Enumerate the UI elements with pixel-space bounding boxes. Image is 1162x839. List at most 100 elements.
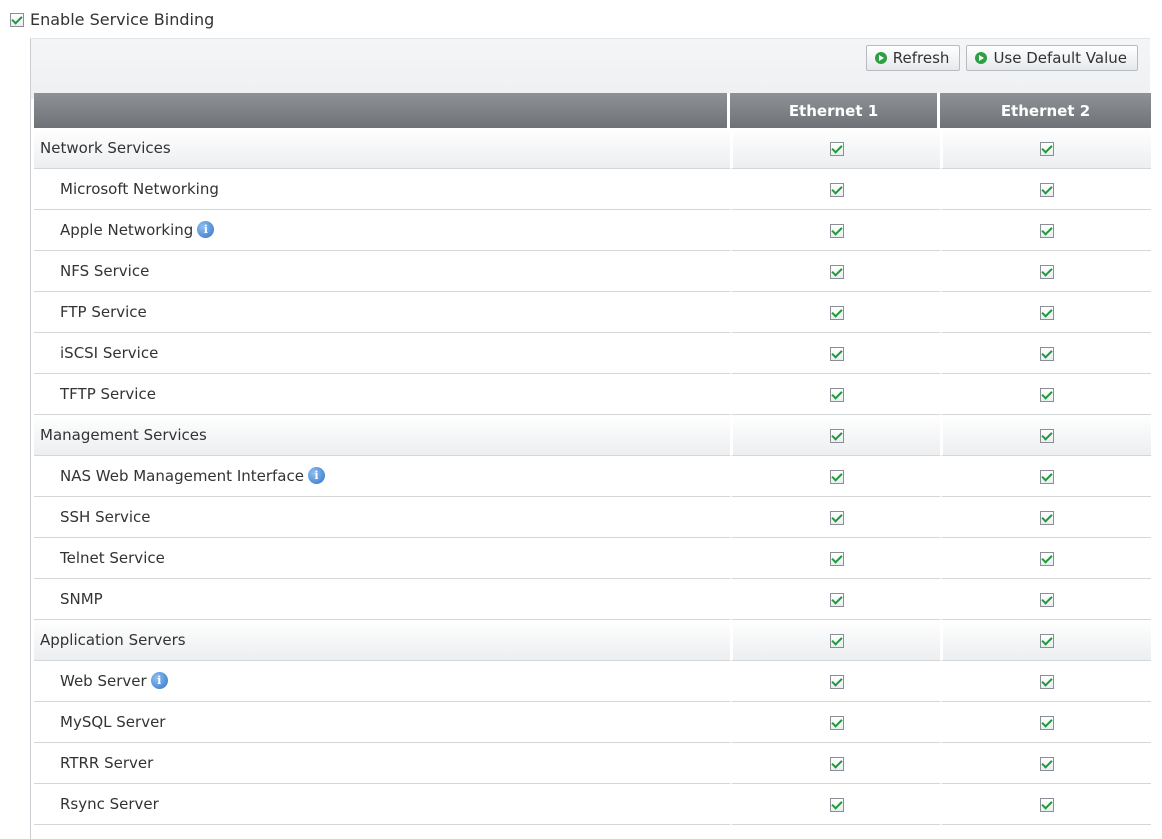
ethernet-1-cell [730,579,940,620]
ethernet-1-checkbox[interactable] [829,592,844,607]
service-label: SNMP [60,590,103,608]
service-name-cell: Application Servers [34,620,730,661]
header-ethernet-1: Ethernet 1 [730,93,940,128]
ethernet-1-checkbox[interactable] [829,264,844,279]
service-label: NFS Service [60,262,150,280]
ethernet-2-checkbox[interactable] [1040,756,1054,771]
ethernet-2-checkbox[interactable] [1040,797,1054,812]
ethernet-2-cell [940,702,1151,743]
ethernet-2-cell [940,620,1151,661]
ethernet-1-cell [730,415,940,456]
use-default-value-label: Use Default Value [993,49,1127,67]
table-row: SSH Service [34,497,1151,538]
ethernet-2-checkbox[interactable] [1040,469,1054,484]
info-icon[interactable]: i [307,467,325,484]
info-icon[interactable]: i [150,672,168,689]
ethernet-2-checkbox[interactable] [1040,264,1054,279]
ethernet-2-checkbox[interactable] [1040,141,1054,156]
ethernet-1-checkbox[interactable] [829,428,844,443]
service-label: Apple Networking [60,221,194,239]
ethernet-2-checkbox[interactable] [1040,592,1054,607]
ethernet-2-checkbox[interactable] [1040,305,1054,320]
ethernet-1-cell [730,333,940,374]
table-row: TFTP Service [34,374,1151,415]
service-label: Web Server [60,672,147,690]
service-name-cell: Microsoft Networking [34,169,730,210]
ethernet-2-cell [940,251,1151,292]
service-name-cell: SSH Service [34,497,730,538]
use-default-value-button[interactable]: Use Default Value [966,45,1138,71]
ethernet-2-checkbox[interactable] [1040,428,1054,443]
service-label: TFTP Service [60,385,156,403]
service-label: Application Servers [40,631,186,649]
service-name-cell: NFS Service [34,251,730,292]
table-row: RTRR Server [34,743,1151,784]
service-name-cell: Apple Networking i [34,210,730,251]
ethernet-2-checkbox[interactable] [1040,551,1054,566]
ethernet-1-checkbox[interactable] [829,756,844,771]
ethernet-1-cell [730,497,940,538]
ethernet-1-cell [730,702,940,743]
ethernet-2-cell [940,456,1151,497]
enable-service-binding-checkbox[interactable] [10,12,24,27]
service-name-cell: FTP Service [34,292,730,333]
ethernet-2-cell [940,743,1151,784]
header-service [34,93,730,128]
ethernet-1-cell [730,374,940,415]
service-label: Network Services [40,139,171,157]
service-label: Rsync Server [60,795,159,813]
service-label: iSCSI Service [60,344,159,362]
ethernet-1-checkbox[interactable] [829,469,844,484]
service-binding-table: Ethernet 1 Ethernet 2 Network Services Mi… [34,93,1151,825]
service-name-cell: Management Services [34,415,730,456]
service-name-cell: Rsync Server [34,784,730,825]
ethernet-2-checkbox[interactable] [1040,633,1054,648]
table-row: Microsoft Networking [34,169,1151,210]
service-name-cell: RTRR Server [34,743,730,784]
ethernet-1-cell [730,251,940,292]
toolbar: Refresh Use Default Value [865,45,1138,71]
table-row: MySQL Server [34,702,1151,743]
ethernet-2-cell [940,128,1151,169]
ethernet-1-checkbox[interactable] [829,223,844,238]
header-ethernet-2: Ethernet 2 [940,93,1151,128]
ethernet-1-cell [730,210,940,251]
service-name-cell: SNMP [34,579,730,620]
ethernet-2-checkbox[interactable] [1040,182,1054,197]
service-label: FTP Service [60,303,147,321]
ethernet-1-checkbox[interactable] [829,715,844,730]
ethernet-1-checkbox[interactable] [829,797,844,812]
service-name-cell: TFTP Service [34,374,730,415]
ethernet-1-checkbox[interactable] [829,387,844,402]
ethernet-1-checkbox[interactable] [829,551,844,566]
ethernet-1-checkbox[interactable] [829,674,844,689]
group-row: Management Services [34,415,1151,456]
service-name-cell: iSCSI Service [34,333,730,374]
ethernet-1-checkbox[interactable] [829,141,844,156]
ethernet-2-checkbox[interactable] [1040,223,1054,238]
ethernet-2-checkbox[interactable] [1040,387,1054,402]
ethernet-1-checkbox[interactable] [829,346,844,361]
ethernet-2-cell [940,784,1151,825]
table-row: iSCSI Service [34,333,1151,374]
ethernet-2-cell [940,415,1151,456]
ethernet-2-checkbox[interactable] [1040,510,1054,525]
ethernet-2-checkbox[interactable] [1040,346,1054,361]
service-name-cell: MySQL Server [34,702,730,743]
service-label: Telnet Service [60,549,165,567]
refresh-button[interactable]: Refresh [865,45,961,71]
group-row: Application Servers [34,620,1151,661]
ethernet-1-checkbox[interactable] [829,182,844,197]
ethernet-1-checkbox[interactable] [829,510,844,525]
refresh-label: Refresh [892,49,950,67]
enable-service-binding[interactable]: Enable Service Binding [10,10,214,29]
service-label: RTRR Server [60,754,154,772]
info-icon[interactable]: i [197,221,215,238]
ethernet-1-checkbox[interactable] [829,305,844,320]
ethernet-2-checkbox[interactable] [1040,674,1054,689]
table-row: Rsync Server [34,784,1151,825]
enable-service-binding-label: Enable Service Binding [30,10,215,29]
ethernet-1-checkbox[interactable] [829,633,844,648]
ethernet-2-cell [940,374,1151,415]
ethernet-2-checkbox[interactable] [1040,715,1054,730]
